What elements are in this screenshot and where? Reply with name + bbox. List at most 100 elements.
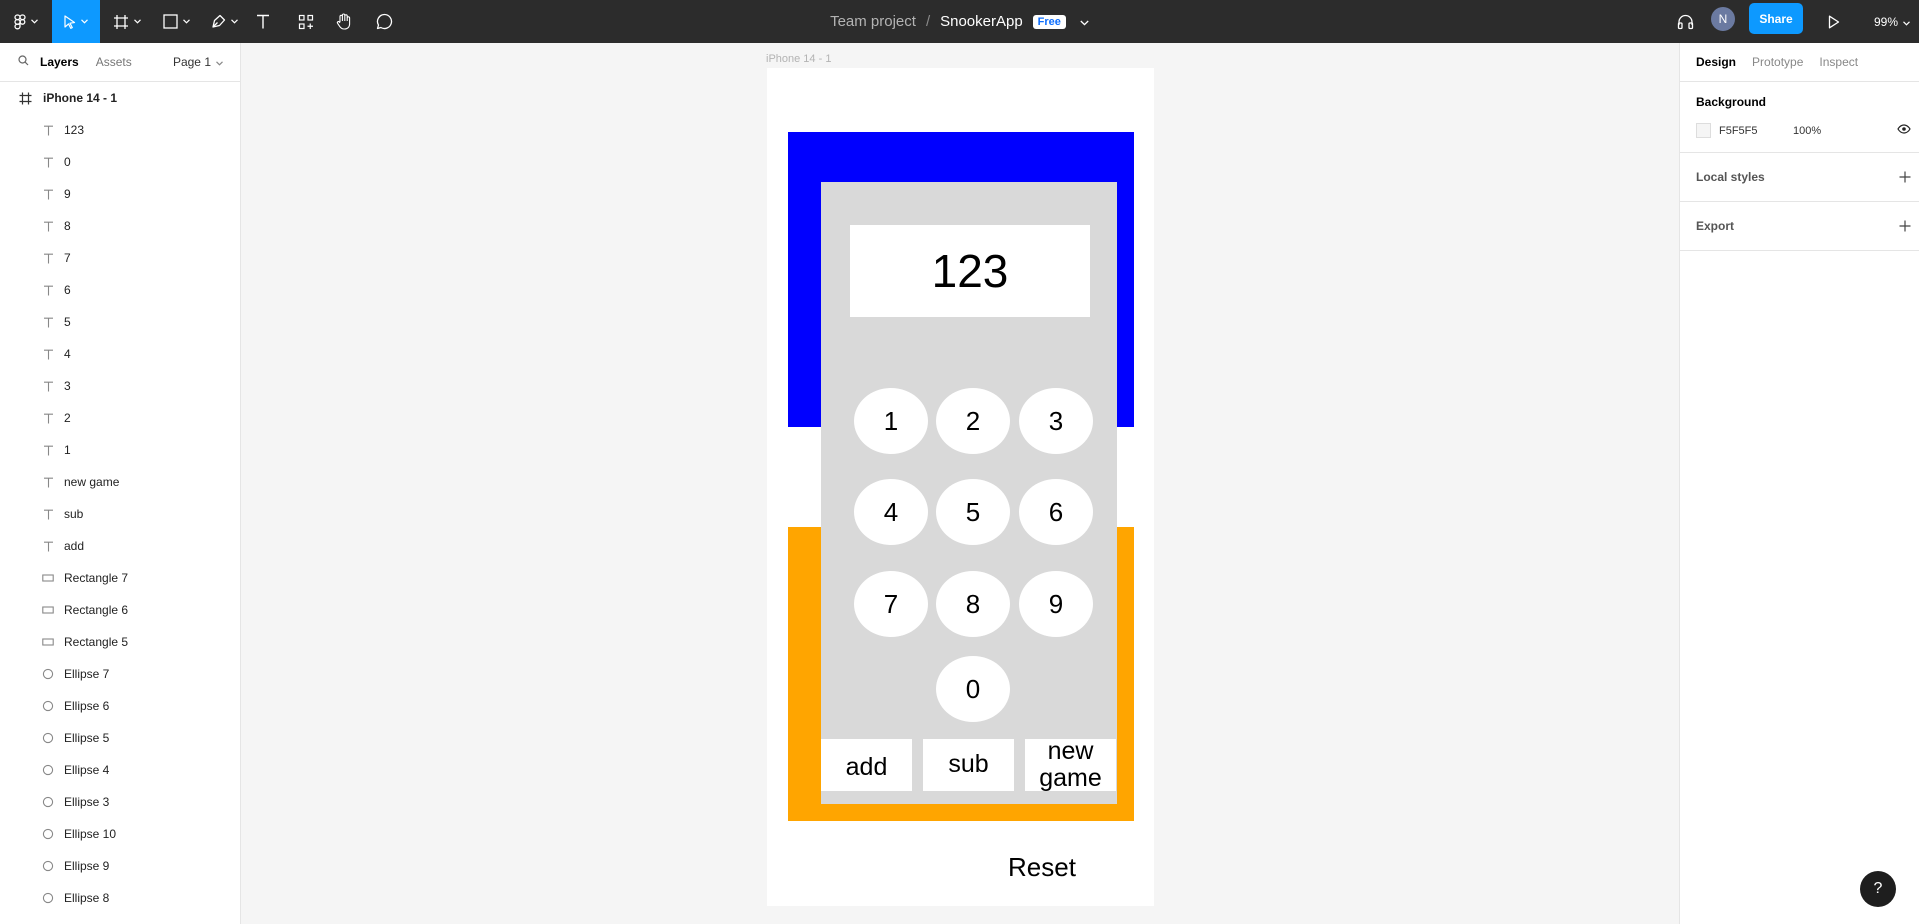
text-layer-icon: [41, 123, 55, 137]
layer-item[interactable]: 1: [0, 434, 240, 466]
layer-item[interactable]: Ellipse 8: [0, 882, 240, 914]
key-7[interactable]: 7: [854, 571, 928, 637]
top-toolbar: Team project / SnookerApp Free N Share 9…: [0, 0, 1919, 43]
text-layer-icon: [41, 411, 55, 425]
key-3[interactable]: 3: [1019, 388, 1093, 454]
layer-label: Ellipse 3: [64, 795, 110, 809]
layer-item[interactable]: 2: [0, 402, 240, 434]
zoom-menu[interactable]: 99%: [1874, 0, 1910, 43]
add-local-style-plus-icon[interactable]: [1899, 168, 1911, 186]
chevron-down-icon: [81, 19, 88, 24]
layer-item[interactable]: 5: [0, 306, 240, 338]
local-styles-title: Local styles: [1696, 170, 1765, 184]
chevron-down-icon: [1903, 15, 1910, 29]
layer-item[interactable]: Rectangle 7: [0, 562, 240, 594]
move-tool-button[interactable]: [52, 0, 100, 43]
layer-item[interactable]: Ellipse 3: [0, 786, 240, 818]
breadcrumb-team[interactable]: Team project: [830, 13, 916, 30]
pen-icon: [211, 14, 226, 29]
layer-item[interactable]: Rectangle 5: [0, 626, 240, 658]
file-title: Team project / SnookerApp Free: [0, 0, 1919, 43]
left-panel-tabs: Layers Assets Page 1: [0, 43, 240, 82]
score-display[interactable]: 123: [850, 225, 1090, 317]
export-section: Export: [1680, 202, 1919, 251]
layer-item[interactable]: add: [0, 530, 240, 562]
key-6[interactable]: 6: [1019, 479, 1093, 545]
layer-item[interactable]: 9: [0, 178, 240, 210]
export-title: Export: [1696, 219, 1735, 233]
text-t-icon: [256, 14, 270, 29]
file-name[interactable]: SnookerApp: [940, 13, 1023, 30]
tab-design[interactable]: Design: [1696, 55, 1736, 69]
pen-tool-button[interactable]: [206, 0, 242, 43]
main-menu-button[interactable]: [6, 0, 46, 43]
iphone-frame[interactable]: 123 1 2 3 4 5 6 7 8 9 0 add sub new game…: [767, 68, 1154, 906]
layer-item[interactable]: Ellipse 5: [0, 722, 240, 754]
key-5[interactable]: 5: [936, 479, 1010, 545]
sub-button[interactable]: sub: [923, 739, 1014, 791]
layer-item[interactable]: Ellipse 4: [0, 754, 240, 786]
add-button[interactable]: add: [821, 739, 912, 791]
zoom-level: 99%: [1874, 14, 1899, 29]
layer-item[interactable]: Ellipse 10: [0, 818, 240, 850]
key-8[interactable]: 8: [936, 571, 1010, 637]
text-layer-icon: [41, 283, 55, 297]
layer-item[interactable]: new game: [0, 466, 240, 498]
share-button[interactable]: Share: [1749, 3, 1803, 34]
layer-item[interactable]: Ellipse 6: [0, 690, 240, 722]
page-name: Page 1: [172, 55, 211, 69]
key-0[interactable]: 0: [936, 656, 1010, 722]
avatar[interactable]: N: [1711, 7, 1735, 31]
layer-label: 0: [64, 155, 71, 169]
hand-tool-button[interactable]: [333, 0, 355, 43]
eye-icon[interactable]: [1897, 124, 1911, 137]
file-menu-chevron-icon[interactable]: [1080, 13, 1089, 30]
layer-item[interactable]: iPhone 14 - 1: [0, 82, 240, 114]
background-color-swatch[interactable]: [1696, 123, 1711, 138]
layer-item[interactable]: 8: [0, 210, 240, 242]
layer-item[interactable]: 7: [0, 242, 240, 274]
tab-layers[interactable]: Layers: [40, 55, 79, 69]
layers-list: iPhone 14 - 1 123 0 9 8 7 6 5 4 3 2 1 new game sub add…: [0, 82, 240, 914]
tab-prototype[interactable]: Prototype: [1752, 55, 1803, 69]
layer-label: Rectangle 5: [64, 635, 129, 649]
frame-label[interactable]: iPhone 14 - 1: [766, 53, 831, 65]
text-layer-icon: [41, 315, 55, 329]
tab-inspect[interactable]: Inspect: [1819, 55, 1858, 69]
tab-assets[interactable]: Assets: [96, 55, 132, 69]
comment-tool-button[interactable]: [373, 0, 395, 43]
layer-item[interactable]: 3: [0, 370, 240, 402]
layer-item[interactable]: Ellipse 7: [0, 658, 240, 690]
layer-item[interactable]: 6: [0, 274, 240, 306]
layer-item[interactable]: 123: [0, 114, 240, 146]
search-layers-icon[interactable]: [18, 55, 29, 69]
background-fill-row: F5F5F5 100%: [1696, 123, 1911, 138]
reset-button[interactable]: Reset: [1008, 852, 1076, 883]
layer-item[interactable]: 0: [0, 146, 240, 178]
new-game-button[interactable]: new game: [1025, 737, 1116, 792]
layer-item[interactable]: sub: [0, 498, 240, 530]
key-1[interactable]: 1: [854, 388, 928, 454]
layer-label: Ellipse 4: [64, 763, 110, 777]
background-hex-input[interactable]: F5F5F5: [1719, 125, 1793, 137]
key-4[interactable]: 4: [854, 479, 928, 545]
frame-tool-button[interactable]: [108, 0, 146, 43]
layer-item[interactable]: Ellipse 9: [0, 850, 240, 882]
shape-tool-button[interactable]: [158, 0, 194, 43]
text-layer-icon: [41, 443, 55, 457]
help-button[interactable]: ?: [1860, 871, 1896, 907]
audio-button[interactable]: [1674, 0, 1696, 43]
ellipse-layer-icon: [41, 859, 55, 873]
key-9[interactable]: 9: [1019, 571, 1093, 637]
key-2[interactable]: 2: [936, 388, 1010, 454]
add-export-plus-icon[interactable]: [1899, 217, 1911, 235]
background-opacity-input[interactable]: 100%: [1793, 125, 1821, 137]
layer-label: Rectangle 7: [64, 571, 129, 585]
text-tool-button[interactable]: [252, 0, 274, 43]
page-selector[interactable]: Page 1: [173, 55, 223, 69]
resources-tool-button[interactable]: [295, 0, 317, 43]
present-button[interactable]: [1823, 0, 1845, 43]
background-title: Background: [1696, 95, 1767, 109]
layer-item[interactable]: 4: [0, 338, 240, 370]
layer-item[interactable]: Rectangle 6: [0, 594, 240, 626]
